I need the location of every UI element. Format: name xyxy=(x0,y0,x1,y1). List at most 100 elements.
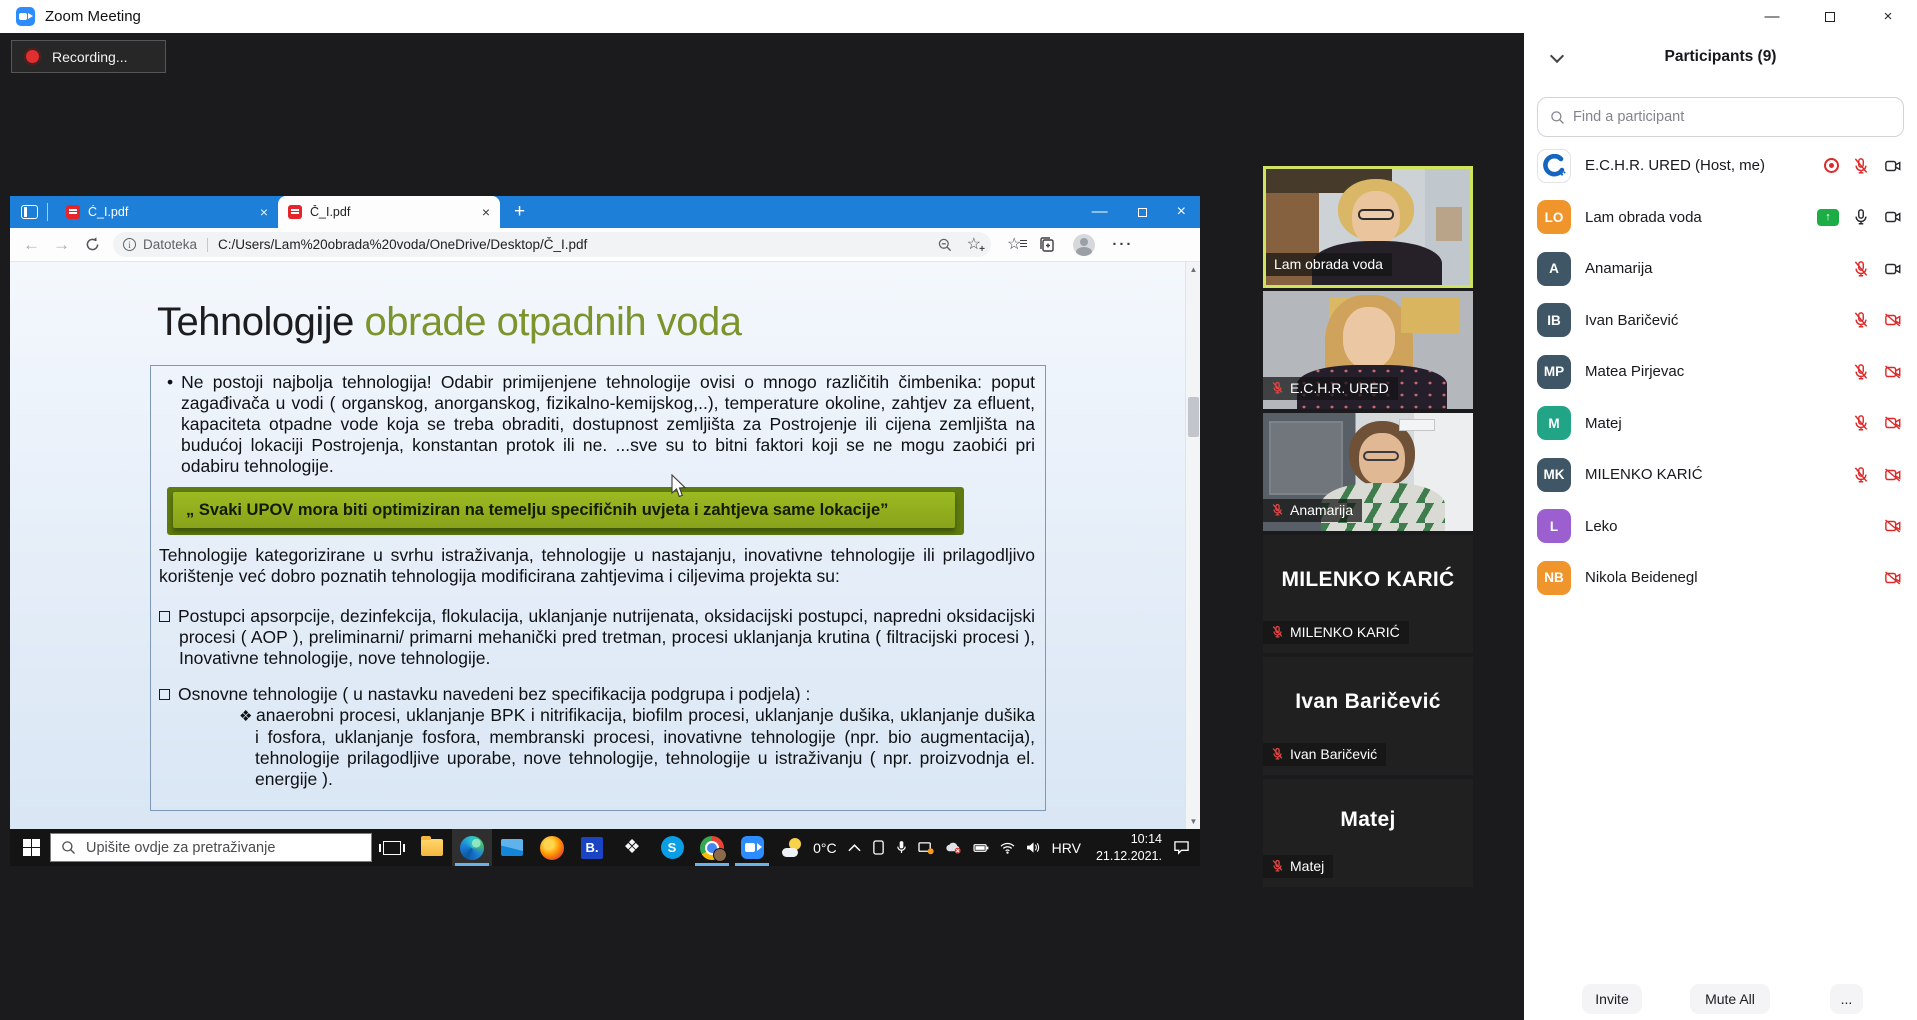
video-tile-lam-obrada-voda[interactable]: Lam obrada voda xyxy=(1263,166,1473,288)
video-tile-echr-ured[interactable]: E.C.H.R. URED xyxy=(1263,291,1473,409)
participant-search[interactable] xyxy=(1537,97,1904,137)
browser-tab-1[interactable]: Ć_I.pdf × xyxy=(56,196,278,228)
tab-label: Ć_I.pdf xyxy=(88,205,254,219)
tab-search-icon[interactable] xyxy=(21,205,38,219)
new-tab-button[interactable]: + xyxy=(514,201,525,223)
close-button[interactable]: × xyxy=(1859,0,1917,33)
tab-close-icon[interactable]: × xyxy=(260,204,268,220)
search-icon xyxy=(1550,110,1565,125)
add-favorite-icon[interactable]: ☆ xyxy=(967,237,981,253)
file-explorer-icon[interactable] xyxy=(412,829,452,866)
address-field[interactable]: i Datoteka C:/Users/Lam%20obrada%20voda/… xyxy=(113,232,991,257)
start-button[interactable] xyxy=(23,839,40,856)
firefox-icon[interactable] xyxy=(532,829,572,866)
participant-row[interactable]: L Leko xyxy=(1524,501,1917,553)
back-icon[interactable]: ← xyxy=(23,235,40,255)
participant-name: Leko xyxy=(1585,518,1618,535)
participant-name: Matej xyxy=(1585,415,1622,432)
skype-icon[interactable]: S xyxy=(652,829,692,866)
chevron-down-icon[interactable] xyxy=(1550,49,1564,63)
recording-indicator[interactable]: Recording... xyxy=(11,40,166,73)
video-tile-matej[interactable]: Matej Matej xyxy=(1263,779,1473,887)
recording-status-icon xyxy=(1824,158,1839,173)
mic-muted-icon xyxy=(1852,311,1870,329)
checkbox-bullet-icon xyxy=(159,611,170,622)
pdf-file-icon xyxy=(288,205,302,219)
onedrive-error-icon[interactable] xyxy=(945,841,962,854)
scroll-up-arrow[interactable]: ▲ xyxy=(1186,262,1200,277)
zoom-taskbar-icon[interactable] xyxy=(732,829,772,866)
edge-icon[interactable] xyxy=(452,829,492,866)
scrollbar-thumb[interactable] xyxy=(1188,397,1199,437)
refresh-icon[interactable] xyxy=(84,236,101,253)
forward-icon[interactable]: → xyxy=(53,235,70,255)
video-tile-anamarija[interactable]: Anamarija xyxy=(1263,413,1473,531)
video-tile-milenko-karic[interactable]: MILENKO KARIĆ MILENKO KARIĆ xyxy=(1263,535,1473,653)
participant-row[interactable]: MK MILENKO KARIĆ xyxy=(1524,449,1917,501)
camera-off-icon xyxy=(1883,414,1903,432)
bing-icon[interactable]: B. xyxy=(572,829,612,866)
zoom-out-icon[interactable] xyxy=(937,237,953,253)
browser-addressbar: ← → i Datoteka C:/Users/Lam%20obrada%20v… xyxy=(10,228,1200,262)
browser-tab-2-active[interactable]: Č_I.pdf × xyxy=(278,196,500,228)
clock[interactable]: 10:14 21.12.2021. xyxy=(1096,831,1162,864)
collections-icon[interactable] xyxy=(1038,236,1056,254)
favorites-icon[interactable]: ☆ xyxy=(1007,237,1021,253)
scroll-down-arrow[interactable]: ▼ xyxy=(1186,814,1200,829)
temperature-label[interactable]: 0°C xyxy=(813,840,837,856)
date-label: 21.12.2021. xyxy=(1096,848,1162,864)
time-label: 10:14 xyxy=(1096,831,1162,847)
zoom-meeting-window: Zoom Meeting — × Recording... Ć_I.pdf × xyxy=(0,0,1917,1020)
wifi-icon[interactable] xyxy=(1000,842,1015,854)
browser-restore-button[interactable] xyxy=(1138,208,1147,217)
device-icon[interactable] xyxy=(918,841,934,855)
browser-menu-icon[interactable]: ··· xyxy=(1112,236,1133,253)
weather-icon[interactable] xyxy=(782,838,802,858)
phone-link-icon[interactable] xyxy=(872,840,885,855)
participant-row[interactable]: MP Matea Pirjevac xyxy=(1524,346,1917,398)
browser-close-button[interactable]: × xyxy=(1177,203,1186,221)
invite-button[interactable]: Invite xyxy=(1582,984,1642,1014)
participant-row[interactable]: A Anamarija xyxy=(1524,243,1917,295)
maximize-button[interactable] xyxy=(1801,0,1859,33)
mic-on-icon xyxy=(1852,208,1870,226)
tray-chevron-up-icon[interactable] xyxy=(848,843,861,852)
minimize-button[interactable]: — xyxy=(1743,0,1801,33)
participant-name: Ivan Baričević xyxy=(1585,312,1678,329)
pdf-scrollbar[interactable]: ▲ ▼ xyxy=(1185,262,1200,829)
info-icon[interactable]: i xyxy=(123,238,136,251)
participants-panel: Participants (9) E.C.H.R. URED (Host, me… xyxy=(1524,33,1917,1020)
profile-avatar[interactable] xyxy=(1073,234,1095,256)
tab-close-icon[interactable]: × xyxy=(482,204,490,220)
chrome-icon[interactable] xyxy=(692,829,732,866)
participant-row[interactable]: E.C.H.R. URED (Host, me) xyxy=(1524,140,1917,192)
tray-mic-icon[interactable] xyxy=(896,840,907,855)
tile-name-label: Lam obrada voda xyxy=(1266,253,1392,276)
notification-center-icon[interactable] xyxy=(1173,840,1190,855)
participant-row[interactable]: IB Ivan Baričević xyxy=(1524,295,1917,347)
browser-minimize-button[interactable]: — xyxy=(1092,203,1108,221)
tab-label: Č_I.pdf xyxy=(310,205,476,219)
avatar xyxy=(1537,149,1571,183)
participant-search-input[interactable] xyxy=(1573,109,1903,125)
dropbox-icon[interactable]: ❖ xyxy=(612,829,652,866)
window-titlebar: Zoom Meeting — × xyxy=(0,0,1917,33)
battery-icon[interactable] xyxy=(973,842,989,854)
taskbar-search[interactable]: Upišite ovdje za pretraživanje xyxy=(50,833,372,862)
slide-highlight: „ Svaki UPOV mora biti optimiziran na te… xyxy=(173,492,955,528)
more-options-button[interactable]: ... xyxy=(1830,984,1863,1014)
volume-icon[interactable] xyxy=(1026,841,1041,854)
participant-row[interactable]: M Matej xyxy=(1524,398,1917,450)
task-view-button[interactable] xyxy=(372,829,412,866)
participant-row[interactable]: LO Lam obrada voda ↑ xyxy=(1524,192,1917,244)
mute-all-button[interactable]: Mute All xyxy=(1690,984,1770,1014)
participant-row[interactable]: NB Nikola Beidenegl xyxy=(1524,552,1917,604)
participant-list: E.C.H.R. URED (Host, me) LO Lam obrada v… xyxy=(1524,140,1917,604)
camera-off-icon xyxy=(1883,466,1903,484)
video-tile-ivan-baricevic[interactable]: Ivan Baričević Ivan Baričević xyxy=(1263,657,1473,775)
language-indicator[interactable]: HRV xyxy=(1052,840,1081,856)
mail-icon[interactable] xyxy=(492,829,532,866)
meeting-stage: Recording... Ć_I.pdf × Č_I.pdf × + xyxy=(0,33,1524,1020)
muted-mic-icon xyxy=(1271,381,1284,395)
participant-name: E.C.H.R. URED (Host, me) xyxy=(1585,157,1765,174)
